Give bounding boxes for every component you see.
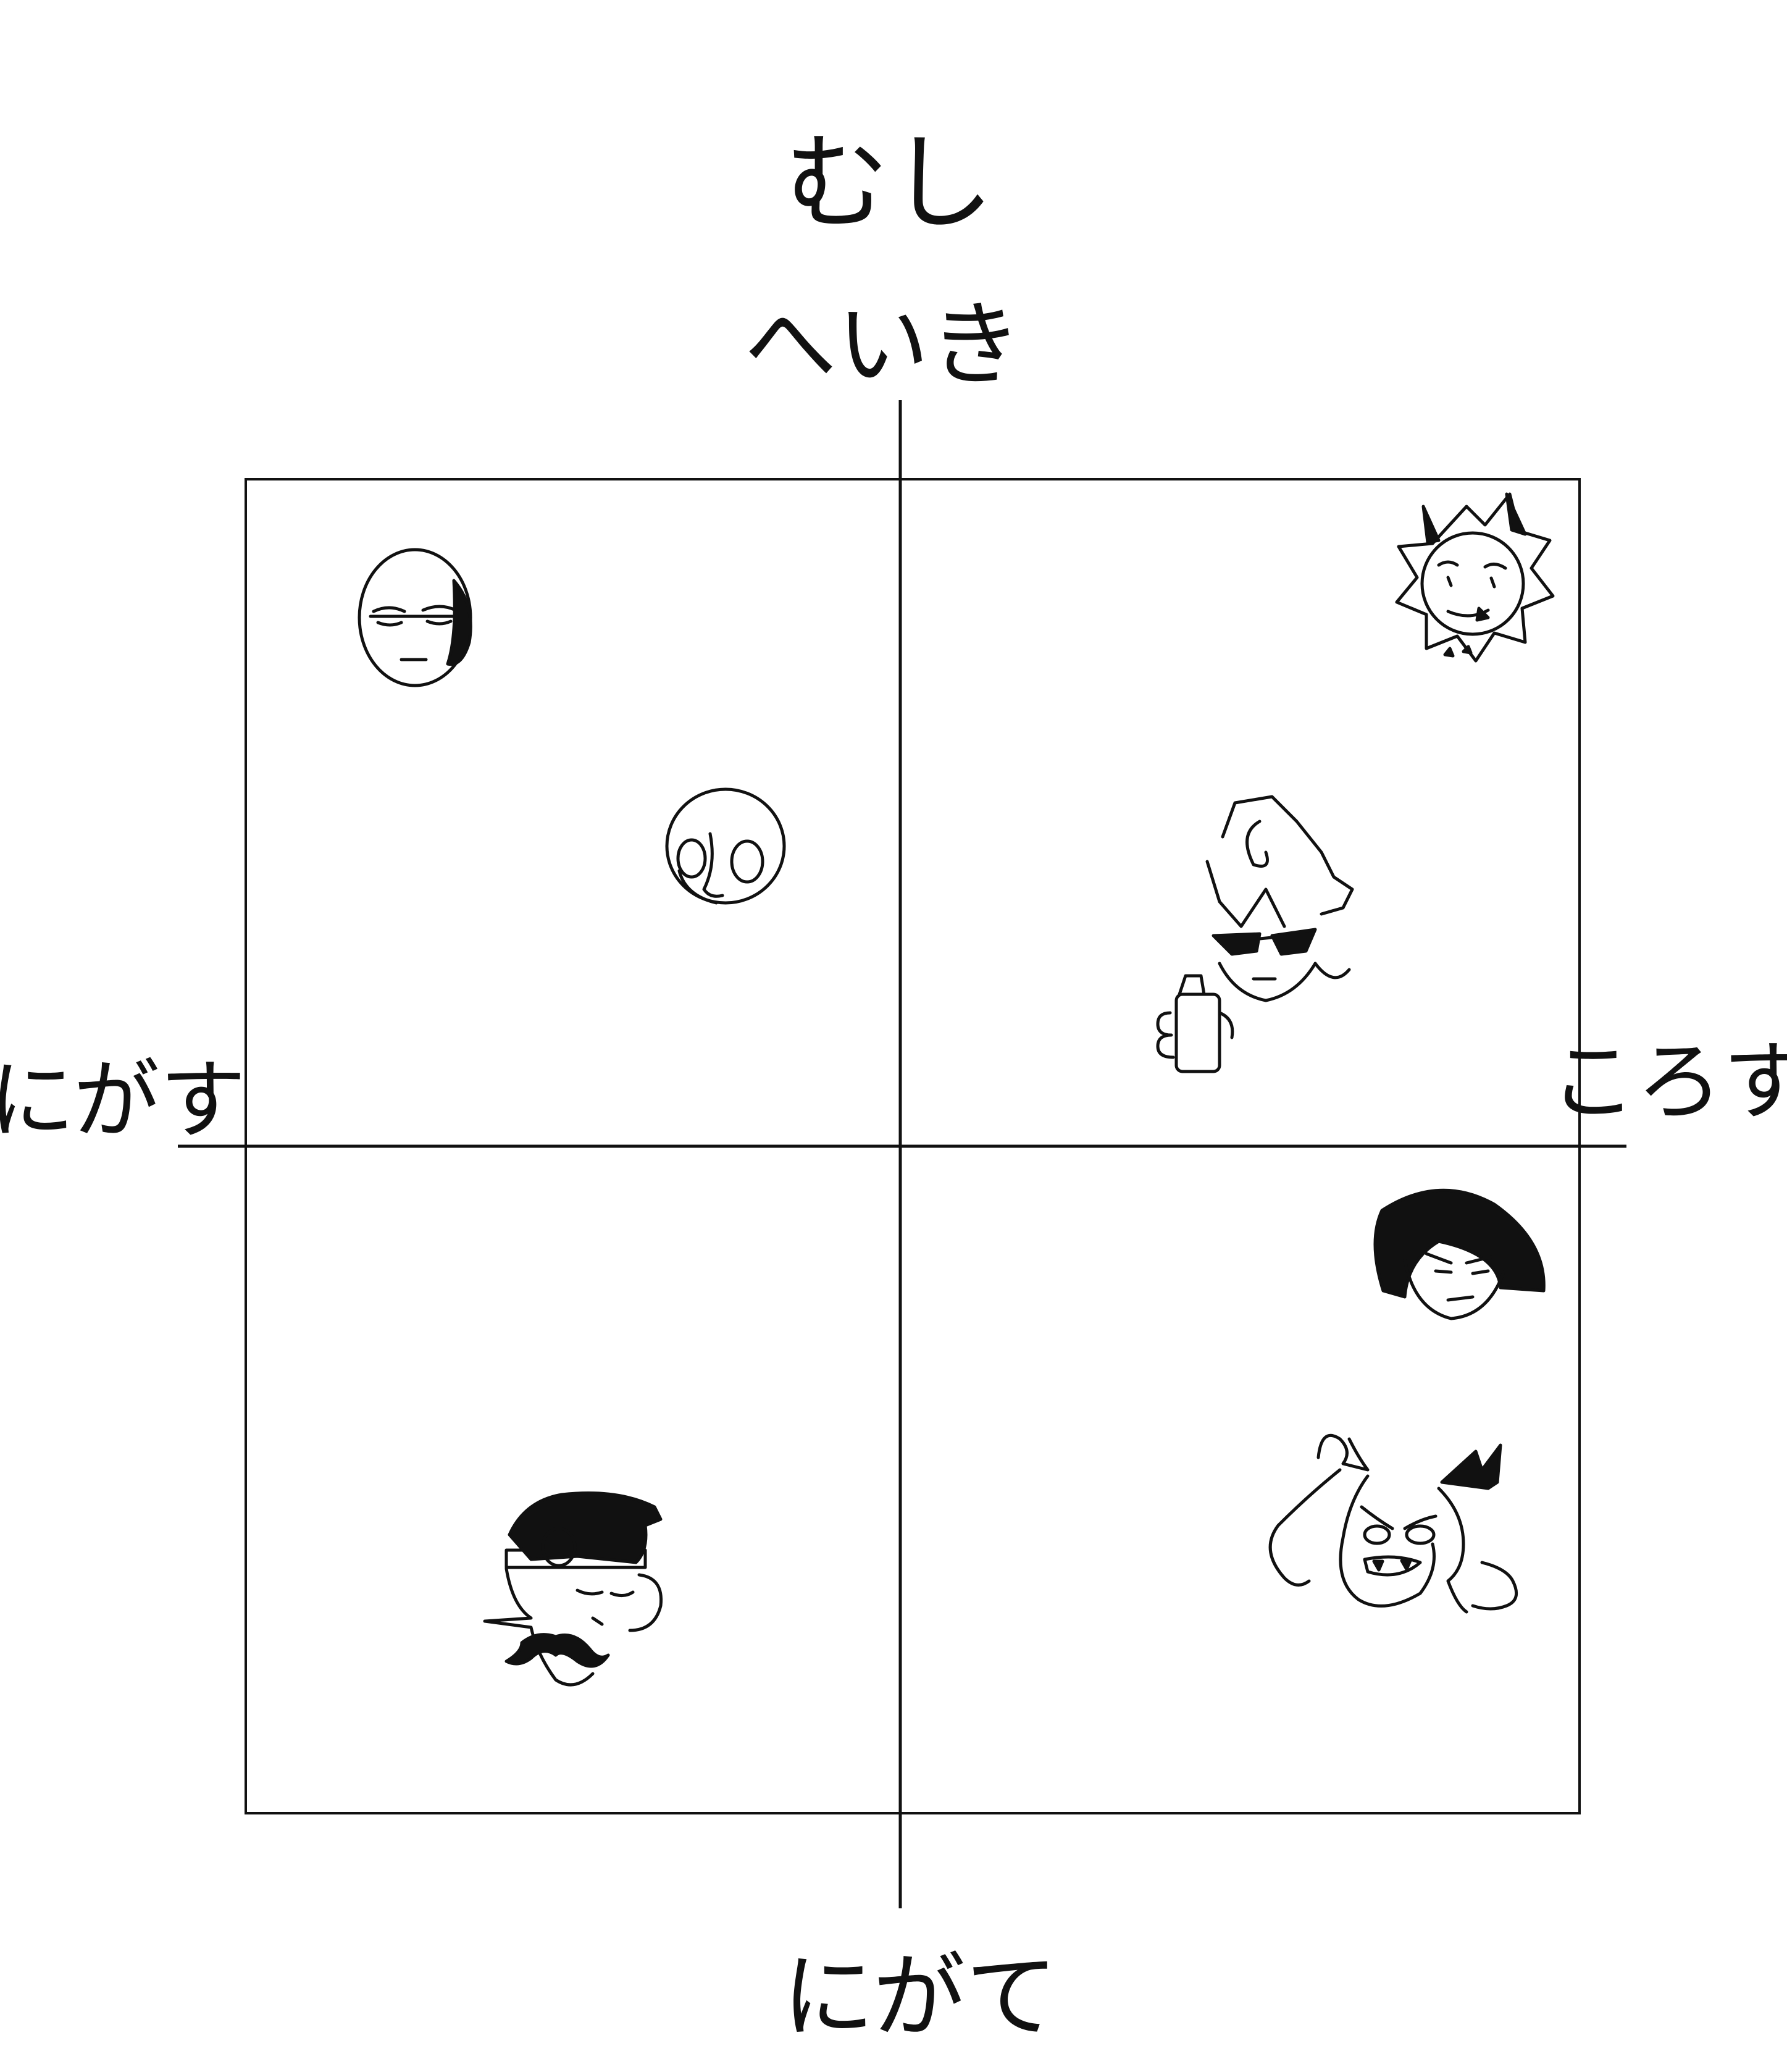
fanged-batwing-character-drawing bbox=[1268, 1433, 1518, 1614]
sun-mask-character-drawing bbox=[1395, 492, 1555, 663]
axis-label-left: にがす bbox=[0, 1051, 246, 1151]
diagram-title: むし bbox=[784, 122, 994, 245]
bald-glasses-character-drawing bbox=[358, 548, 472, 687]
sunglasses-cup-character-drawing bbox=[1156, 795, 1354, 1073]
axis-label-bottom: にがて bbox=[782, 1944, 1058, 2051]
doctor-headmirror-character-drawing bbox=[483, 1491, 663, 1687]
bob-hair-character-drawing bbox=[1373, 1188, 1546, 1320]
quadrant-diagram: むし へいき にがて にがす ころす bbox=[0, 122, 1787, 2051]
round-q-eyes-character-drawing bbox=[665, 787, 786, 905]
axis-label-right: ころす bbox=[1550, 1032, 1787, 1133]
axis-label-top: へいき bbox=[744, 292, 1022, 399]
